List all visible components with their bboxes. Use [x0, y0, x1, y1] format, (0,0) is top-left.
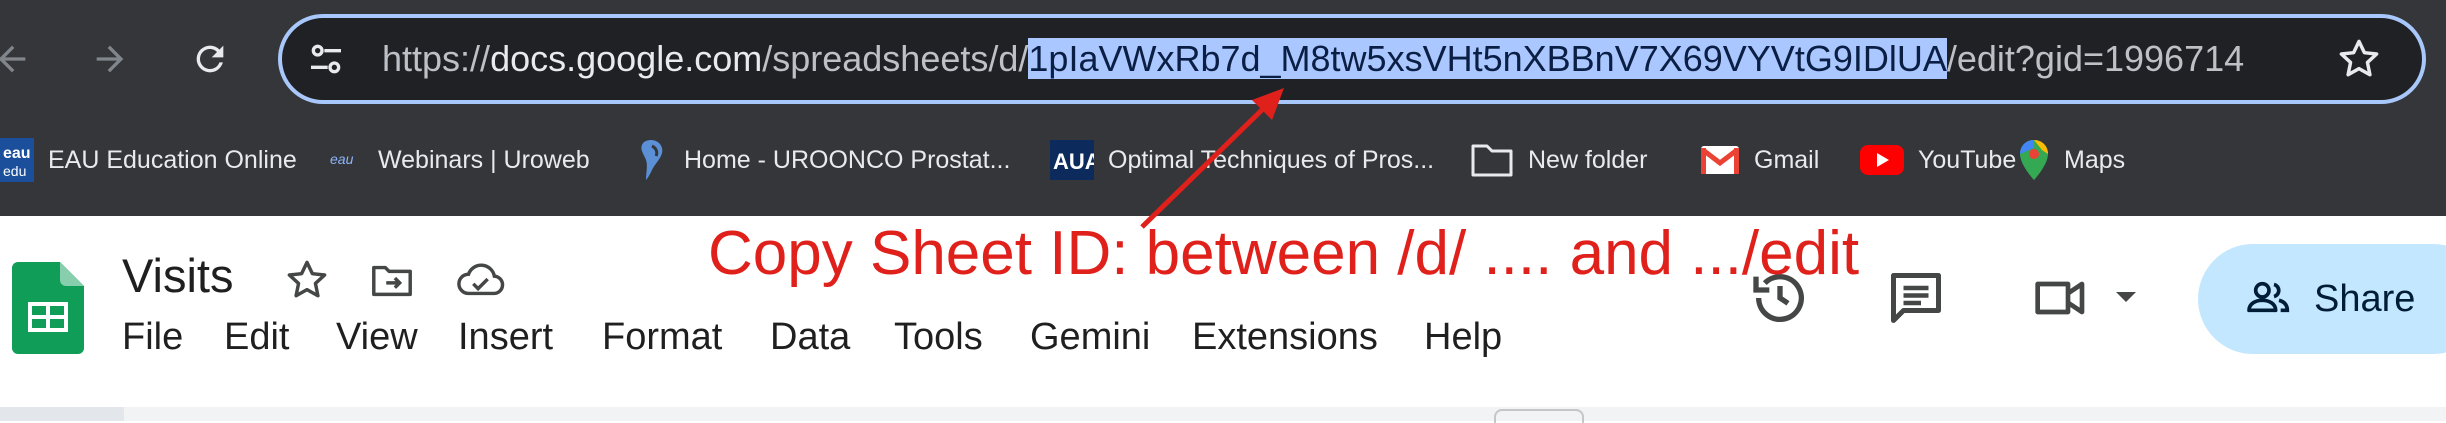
toolbar-strip-left	[0, 407, 124, 421]
annotation-arrow	[1140, 88, 1284, 229]
toolbar-strip	[0, 407, 2446, 423]
